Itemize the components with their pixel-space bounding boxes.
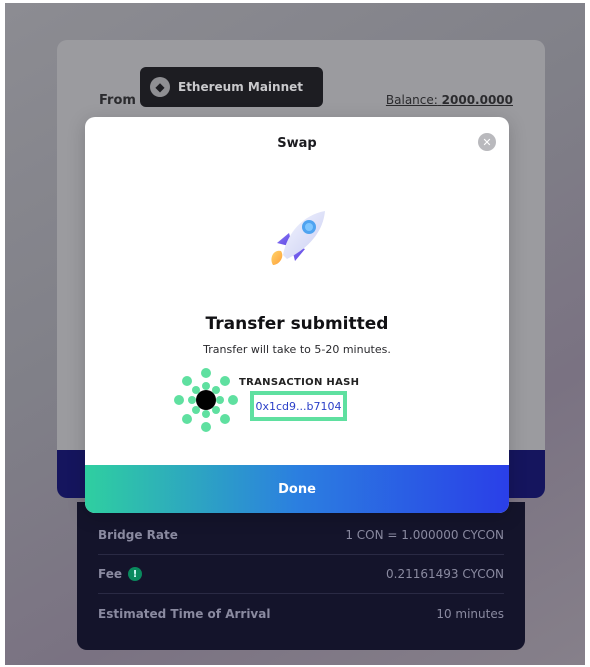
detail-key-fee: Fee !: [98, 567, 142, 581]
detail-key: Estimated Time of Arrival: [98, 606, 271, 621]
from-label: From: [99, 93, 136, 108]
transfer-details-panel: Bridge Rate 1 CON = 1.000000 CYCON Fee !…: [77, 502, 525, 650]
transfer-subtext: Transfer will take to 5-20 minutes.: [203, 343, 391, 356]
loading-spinner-icon: [174, 368, 238, 432]
network-selector[interactable]: ◆ Ethereum Mainnet: [140, 67, 323, 107]
modal-title: Swap: [277, 136, 317, 151]
detail-row-eta: Estimated Time of Arrival 10 minutes: [98, 594, 504, 633]
detail-value: 10 minutes: [436, 606, 504, 621]
balance-value: 2000.0000: [441, 93, 513, 107]
info-icon[interactable]: !: [128, 567, 142, 581]
network-label: Ethereum Mainnet: [178, 80, 304, 94]
detail-row-bridge-rate: Bridge Rate 1 CON = 1.000000 CYCON: [98, 516, 504, 555]
detail-row-fee: Fee ! 0.21161493 CYCON: [98, 555, 504, 594]
close-icon[interactable]: ✕: [478, 133, 496, 151]
hash-label: TRANSACTION HASH: [239, 377, 360, 388]
balance-label: Balance:: [385, 93, 438, 107]
detail-key: Bridge Rate: [98, 528, 178, 542]
detail-value: 1 CON = 1.000000 CYCON: [345, 528, 504, 542]
detail-key: Fee: [98, 567, 122, 581]
detail-value: 0.21161493 CYCON: [386, 567, 504, 581]
swap-modal: Swap ✕ Transfer submitted Transfer will …: [85, 117, 509, 513]
transfer-heading: Transfer submitted: [205, 314, 389, 334]
rocket-icon: [271, 211, 325, 265]
balance[interactable]: Balance: 2000.0000: [386, 93, 513, 107]
done-button[interactable]: Done: [85, 465, 509, 513]
ethereum-icon: ◆: [150, 77, 170, 97]
transaction-hash-link[interactable]: 0x1cd9...b7104: [250, 391, 347, 421]
